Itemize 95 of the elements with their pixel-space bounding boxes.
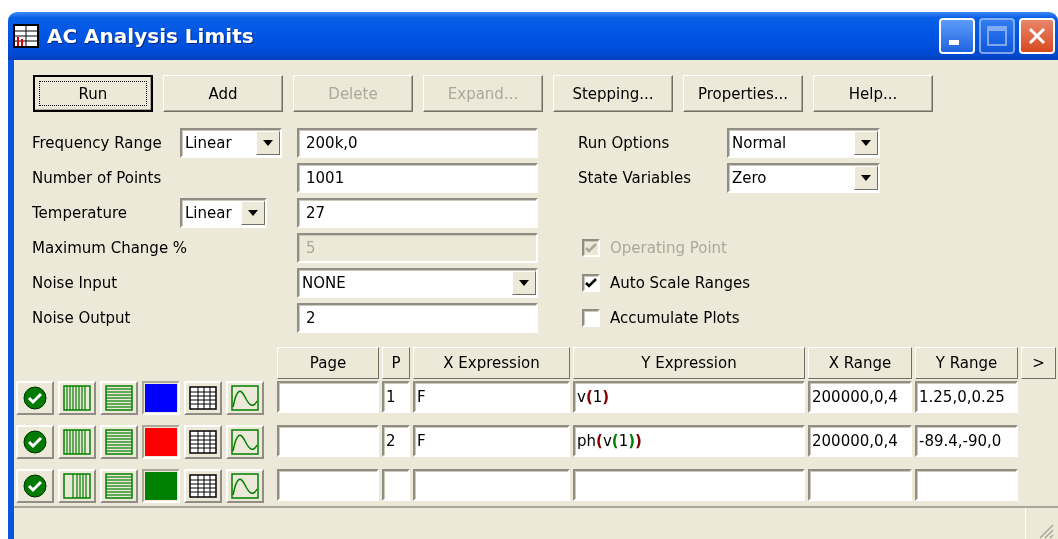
table-cell[interactable] [277,381,379,413]
checkbox-label: Accumulate Plots [610,309,740,327]
maximize-icon [987,26,1007,46]
toolbar-button[interactable]: Properties... [683,75,803,112]
field-label: Noise Output [32,309,132,327]
vertical-lines-icon [63,473,91,499]
field-label: Maximum Change % [32,239,189,257]
input-field[interactable]: 2 [297,303,538,333]
table-cell[interactable]: 200000,0,4 [808,425,912,457]
table-cell[interactable] [573,469,805,501]
x-grid-button[interactable] [58,469,96,503]
toolbar-button[interactable]: Stepping... [553,75,673,112]
horizontal-lines-icon [105,473,133,499]
checkbox-label: Auto Scale Ranges [610,274,751,292]
horizontal-lines-icon [105,385,133,411]
caret-icon [263,140,273,146]
dropdown-field[interactable]: Linear [180,198,267,228]
table-cell[interactable]: F [413,381,570,413]
field-label: Noise Input [32,274,119,292]
waveform-icon [231,473,259,499]
dropdown-field[interactable]: Normal [727,128,880,158]
table-cell[interactable]: ph(v(1)) [573,425,805,457]
table-cell[interactable] [277,469,379,501]
table-icon [189,386,217,410]
dropdown-field[interactable]: Linear [180,128,282,158]
table-cell[interactable] [413,469,570,501]
enable-toggle-button[interactable] [16,381,54,415]
table-cell[interactable]: 2 [382,425,410,457]
checkbox[interactable] [582,309,600,327]
minimize-icon [949,39,959,45]
toolbar-button[interactable]: Run [33,75,153,112]
caret-icon [248,210,258,216]
checkbox[interactable] [582,274,600,292]
table-icon [189,474,217,498]
plot-button[interactable] [226,469,264,503]
column-header[interactable]: Y Expression [573,347,805,379]
column-header[interactable]: Y Range [915,347,1018,379]
table-cell[interactable] [915,469,1018,501]
table-cell[interactable] [382,469,410,501]
column-header[interactable]: X Range [808,347,912,379]
table-icon [189,430,217,454]
y-grid-button[interactable] [100,381,138,415]
vertical-lines-icon [63,385,91,411]
input-field[interactable]: 27 [297,198,538,228]
table-cell[interactable]: 1.25,0,0.25 [915,381,1018,413]
table-cell[interactable]: -89.4,-90,0 [915,425,1018,457]
window-title: AC Analysis Limits [47,24,255,48]
close-button[interactable] [1019,18,1055,54]
checkbox-label: Operating Point [610,239,727,257]
table-cell[interactable]: v(1) [573,381,805,413]
enable-toggle-button[interactable] [16,425,54,459]
table-button[interactable] [184,381,222,415]
dropdown-field[interactable]: NONE [297,268,538,298]
dropdown-field[interactable]: Zero [727,163,880,193]
x-grid-button[interactable] [58,425,96,459]
enable-toggle-button[interactable] [16,469,54,503]
table-cell[interactable]: 1 [382,381,410,413]
input-field[interactable]: 200k,0 [297,128,538,158]
y-grid-button[interactable] [100,425,138,459]
toolbar-button[interactable]: Add [163,75,283,112]
table-cell[interactable]: 200000,0,4 [808,381,912,413]
option-label: Run Options [578,134,671,152]
check-circle-icon [23,430,47,454]
plot-button[interactable] [226,381,264,415]
option-label: State Variables [578,169,693,187]
caret-icon [519,280,529,286]
maximize-button[interactable] [979,18,1015,54]
table-cell[interactable] [277,425,379,457]
y-grid-button[interactable] [100,469,138,503]
vertical-lines-icon [63,429,91,455]
table-button[interactable] [184,425,222,459]
column-header[interactable]: Page [277,347,379,379]
close-icon [1027,26,1047,46]
waveform-icon [231,385,259,411]
more-columns-button[interactable]: > [1021,347,1056,379]
table-cell[interactable] [808,469,912,501]
waveform-icon [231,429,259,455]
spreadsheet-icon [13,24,39,48]
x-grid-button[interactable] [58,381,96,415]
minimize-button[interactable] [939,18,975,54]
toolbar-button[interactable]: Help... [813,75,933,112]
table-cell[interactable]: F [413,425,570,457]
check-circle-icon [23,386,47,410]
column-header[interactable]: P [382,347,410,379]
caret-icon [861,140,871,146]
input-field[interactable]: 1001 [297,163,538,193]
plot-button[interactable] [226,425,264,459]
field-label: Frequency Range [32,134,163,152]
field-label: Temperature [32,204,129,222]
field-label: Number of Points [32,169,163,187]
table-button[interactable] [184,469,222,503]
check-circle-icon [23,474,47,498]
column-header[interactable]: X Expression [413,347,570,379]
horizontal-lines-icon [105,429,133,455]
caret-icon [861,175,871,181]
